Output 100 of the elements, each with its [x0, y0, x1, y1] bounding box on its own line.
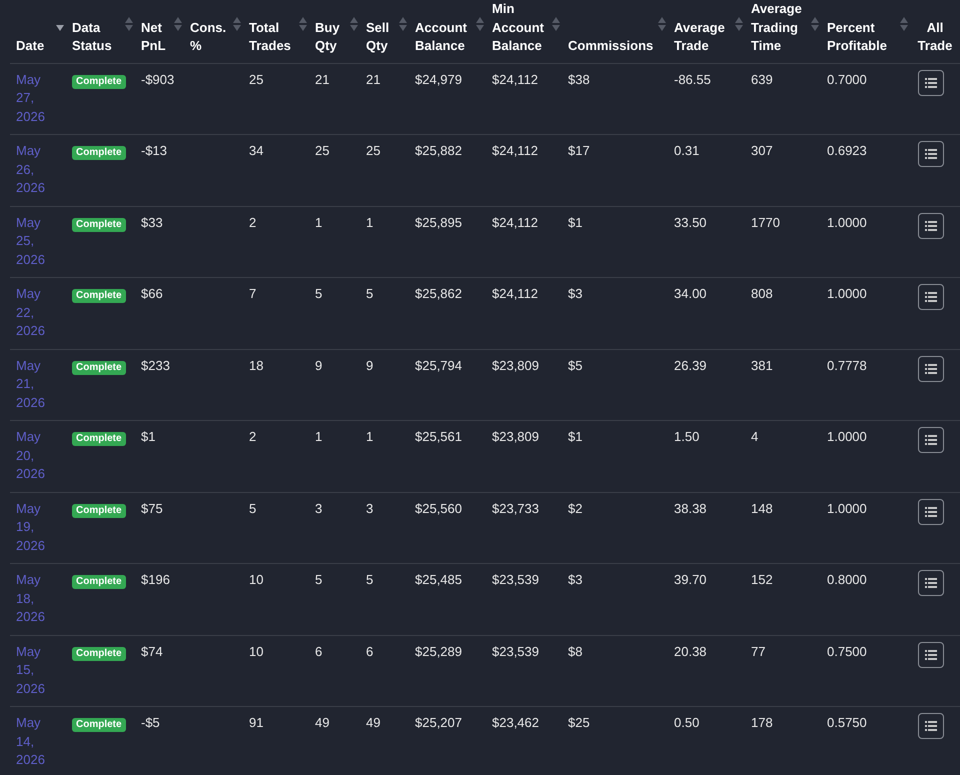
- trades-button[interactable]: [918, 498, 944, 524]
- table-cell: $25,289: [415, 644, 462, 658]
- column-header[interactable]: Cons. %: [190, 18, 237, 56]
- list-icon: [925, 721, 937, 731]
- column-header[interactable]: Commissions: [568, 37, 662, 56]
- status-badge: Complete: [72, 432, 126, 446]
- table-cell: $3: [568, 572, 582, 587]
- table-cell: 33.50: [674, 214, 707, 230]
- table-cell: 0.6923: [827, 143, 867, 158]
- trades-button[interactable]: [918, 570, 944, 596]
- trades-button[interactable]: [918, 141, 944, 167]
- trades-button[interactable]: [918, 427, 944, 453]
- list-icon: [925, 506, 937, 516]
- status-badge: Complete: [72, 718, 126, 732]
- table-cell: $233: [141, 358, 170, 372]
- table-cell: 1.50: [674, 429, 700, 444]
- table-cell: $5: [568, 358, 582, 372]
- table-cell: 91: [249, 715, 264, 730]
- table-cell: 10: [249, 572, 264, 587]
- table-cell: $24,979: [415, 72, 462, 86]
- table-cell: $25,560: [415, 500, 462, 516]
- trades-button[interactable]: [918, 713, 944, 739]
- table-cell: 77: [751, 644, 766, 658]
- table-cell: 1.0000: [827, 286, 867, 301]
- table-cell: 307: [751, 143, 773, 158]
- table-cell: 34.00: [674, 286, 707, 301]
- table-cell: $33: [141, 214, 163, 230]
- table-cell: 26.39: [674, 358, 707, 372]
- table-cell: $196: [141, 572, 170, 587]
- table-cell: $23,462: [492, 715, 539, 730]
- table-cell: $23,809: [492, 429, 539, 444]
- trades-button[interactable]: [918, 212, 944, 238]
- column-header[interactable]: Date: [16, 37, 60, 56]
- column-header[interactable]: Average Trade: [674, 18, 739, 56]
- table-cell: 6: [366, 644, 374, 658]
- table-cell: $25,485: [415, 572, 462, 587]
- column-header[interactable]: Net PnL: [141, 18, 178, 56]
- table-cell: $25,882: [415, 143, 462, 158]
- table-cell: 2: [249, 214, 256, 230]
- table-cell: $66: [141, 286, 163, 301]
- table-cell: $25,895: [415, 214, 462, 230]
- table-cell: 0.8000: [827, 572, 867, 587]
- table-cell: -$13: [141, 143, 168, 158]
- table-cell: 1.0000: [827, 214, 867, 230]
- table-cell: $2: [568, 500, 582, 516]
- table-cell: 808: [751, 286, 773, 301]
- table-cell: 21: [315, 72, 330, 86]
- table-cell: 49: [366, 715, 380, 730]
- table-cell: 5: [366, 286, 374, 301]
- table-cell: $1: [568, 429, 582, 444]
- trades-button[interactable]: [918, 356, 944, 382]
- table-cell: 5: [366, 572, 374, 587]
- trades-button[interactable]: [918, 284, 944, 310]
- column-header[interactable]: Percent Profitable: [827, 18, 904, 56]
- table-cell: 6: [315, 644, 322, 658]
- table-cell: 1.0000: [827, 500, 867, 516]
- list-icon: [925, 149, 937, 159]
- column-header[interactable]: All Trade: [910, 18, 960, 56]
- table-cell: $25,561: [415, 429, 462, 444]
- table-cell: 9: [315, 358, 322, 372]
- table-cell: 39.70: [674, 572, 707, 587]
- list-icon: [925, 78, 937, 88]
- table-cell: $24,112: [492, 286, 538, 301]
- status-badge: Complete: [72, 504, 126, 518]
- trades-button[interactable]: [918, 70, 944, 96]
- list-icon: [925, 292, 937, 302]
- table-cell: 1770: [751, 214, 780, 230]
- column-header[interactable]: Average Trading Time: [751, 0, 815, 56]
- table-cell: $23,539: [492, 572, 539, 587]
- table-cell: 20.38: [674, 644, 707, 658]
- table-cell: 1.0000: [827, 429, 867, 444]
- table-cell: 178: [751, 715, 773, 730]
- table-cell: 152: [751, 572, 773, 587]
- table-cell: $8: [568, 644, 582, 658]
- column-header[interactable]: Total Trades: [249, 18, 303, 56]
- table-cell: 2: [249, 429, 256, 444]
- table-cell: 0.5750: [827, 715, 867, 730]
- table-cell: -86.55: [674, 72, 711, 86]
- column-header[interactable]: Account Balance: [415, 18, 480, 56]
- column-header[interactable]: Buy Qty: [315, 18, 354, 56]
- table-cell: 5: [249, 500, 256, 516]
- table-cell: $23,809: [492, 358, 539, 372]
- table-cell: -$5: [141, 715, 160, 730]
- status-badge: Complete: [72, 146, 126, 160]
- table-cell: 639: [751, 72, 773, 86]
- table-cell: 4: [751, 429, 758, 444]
- table-cell: 34: [249, 143, 264, 158]
- status-badge: Complete: [72, 360, 126, 374]
- table-cell: 0.50: [674, 715, 700, 730]
- table-cell: 148: [751, 500, 773, 516]
- table-cell: 1: [366, 429, 374, 444]
- status-badge: Complete: [72, 218, 126, 232]
- trades-button[interactable]: [918, 642, 944, 668]
- column-header[interactable]: Sell Qty: [366, 18, 403, 56]
- column-header[interactable]: Min Account Balance: [492, 0, 556, 56]
- table-cell: 0.7778: [827, 358, 867, 372]
- table-cell: 10: [249, 644, 264, 658]
- table-cell: $24,112: [492, 143, 538, 158]
- column-header[interactable]: Data Status: [72, 18, 129, 56]
- table-cell: 0.7000: [827, 72, 867, 86]
